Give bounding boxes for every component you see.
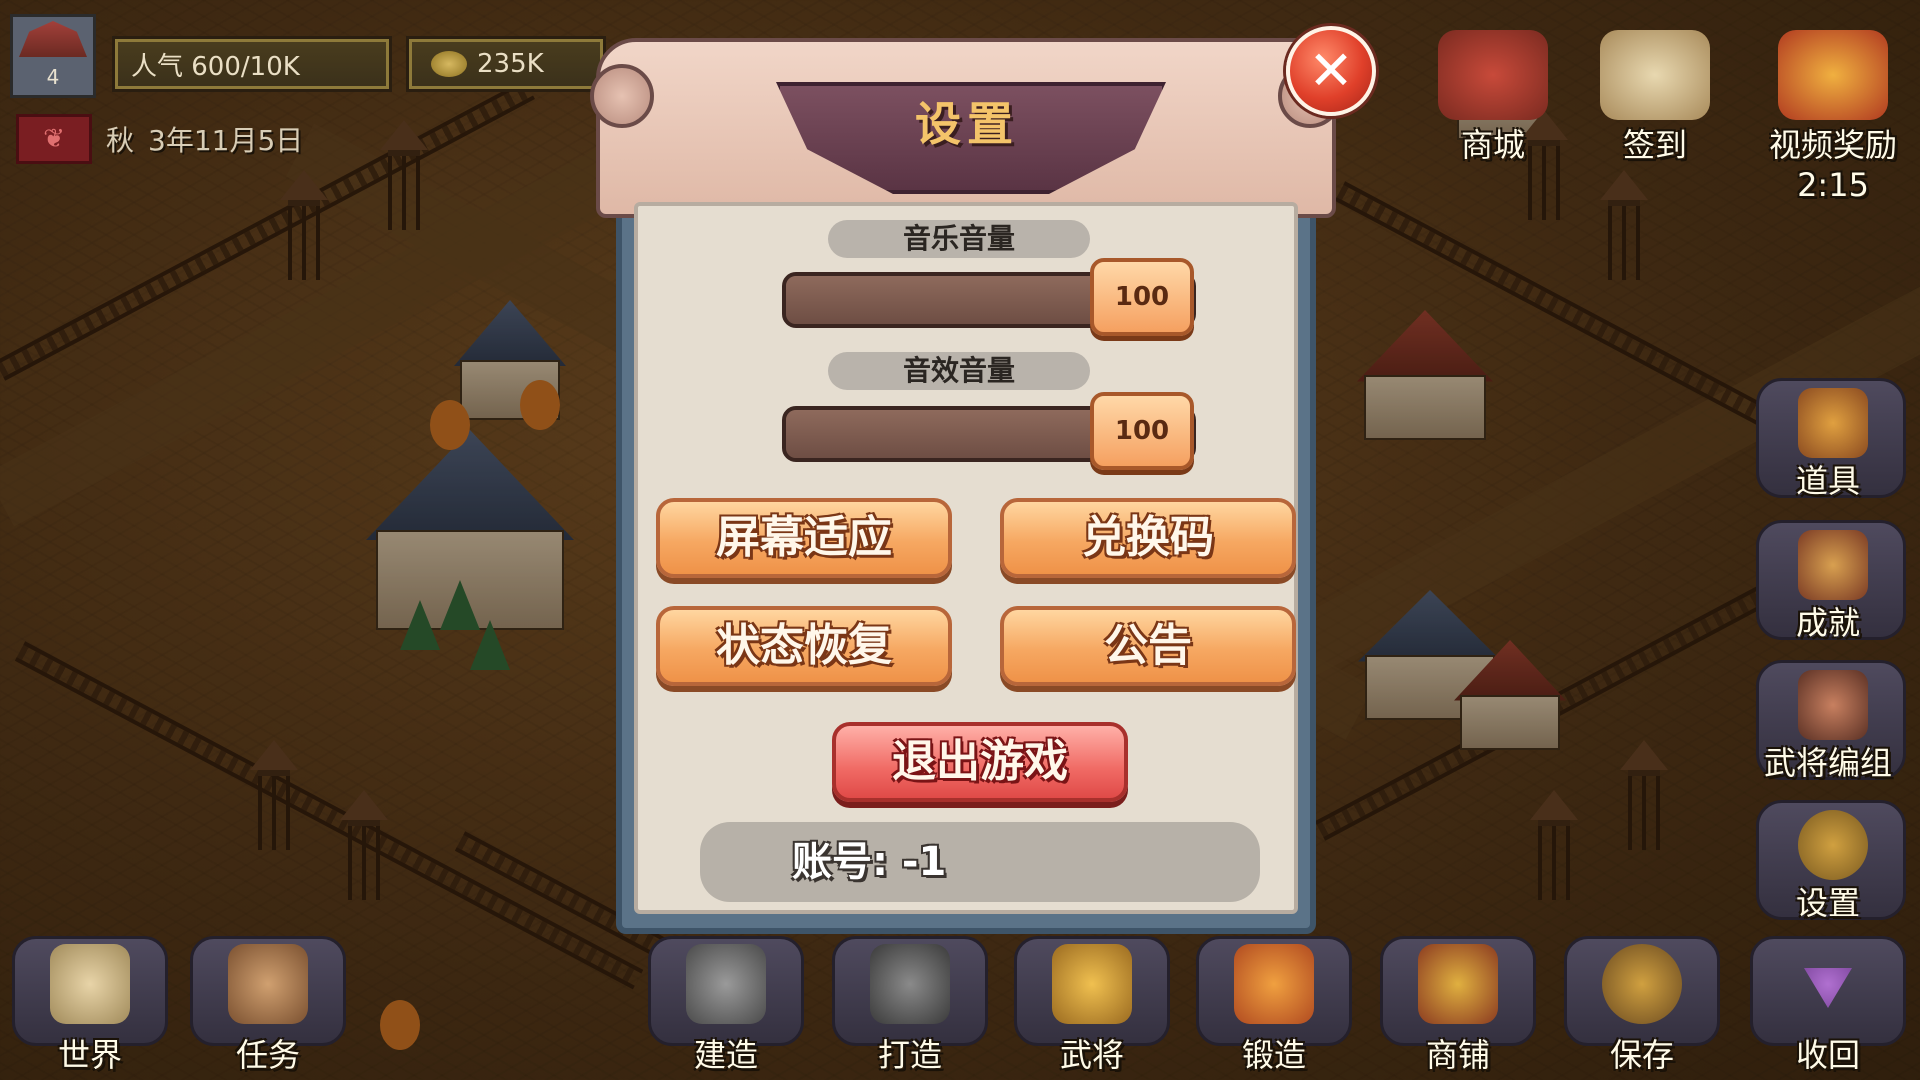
craft-label: 打造 bbox=[877, 1036, 942, 1074]
shop-icon bbox=[1438, 30, 1548, 120]
sfx-volume-knob[interactable]: 100 bbox=[1090, 392, 1194, 470]
level-value: 4 bbox=[46, 65, 60, 89]
save-button[interactable]: 保存 bbox=[1558, 930, 1726, 1080]
store-label: 商铺 bbox=[1425, 1036, 1490, 1074]
collapse-label: 收回 bbox=[1795, 1036, 1860, 1074]
shop-button[interactable]: 商城 bbox=[1418, 30, 1568, 166]
items-bag-icon bbox=[1798, 388, 1868, 458]
scroll-ornament-left bbox=[590, 64, 654, 128]
exit-game-button[interactable]: 退出游戏 bbox=[832, 722, 1128, 802]
season-label: 秋 bbox=[106, 124, 135, 157]
screen-fit-button[interactable]: 屏幕适应 bbox=[656, 498, 952, 578]
popularity-value: 人气 600/10K bbox=[131, 51, 300, 82]
coin-shop-icon bbox=[1418, 944, 1498, 1024]
generals-button[interactable]: 武将 bbox=[1008, 930, 1176, 1080]
quest-label: 任务 bbox=[235, 1036, 300, 1074]
account-id: 账号: -1 bbox=[700, 822, 1260, 902]
level-badge[interactable]: 4 bbox=[10, 14, 96, 98]
save-label: 保存 bbox=[1609, 1036, 1674, 1074]
build-button[interactable]: 建造 bbox=[642, 930, 810, 1080]
dialog-title: 设置 bbox=[915, 97, 1019, 151]
forge-icon bbox=[1234, 944, 1314, 1024]
checkin-label: 签到 bbox=[1622, 126, 1687, 164]
items-label: 道具 bbox=[1795, 462, 1860, 500]
shop-label: 商城 bbox=[1460, 126, 1525, 164]
craft-button[interactable]: 打造 bbox=[826, 930, 994, 1080]
quest-button[interactable]: 任务 bbox=[184, 930, 352, 1080]
general-formation-label: 武将编组 bbox=[1763, 744, 1892, 782]
close-button[interactable]: ✕ bbox=[1286, 26, 1376, 116]
items-button[interactable]: 道具 bbox=[1748, 378, 1908, 508]
video-reward-button[interactable]: 视频奖励 2:15 bbox=[1748, 30, 1918, 204]
logs-icon bbox=[228, 944, 308, 1024]
generals-label: 武将 bbox=[1059, 1036, 1124, 1074]
date-label: 3年11月5日 bbox=[148, 124, 304, 157]
world-label: 世界 bbox=[57, 1036, 122, 1074]
forge-label: 锻造 bbox=[1241, 1036, 1306, 1074]
redeem-code-button[interactable]: 兑换码 bbox=[1000, 498, 1296, 578]
save-gear-icon bbox=[1602, 944, 1682, 1024]
achievements-label: 成就 bbox=[1795, 604, 1860, 642]
video-reward-timer: 2:15 bbox=[1797, 166, 1869, 204]
popularity-bar: 人气 600/10K bbox=[112, 36, 392, 92]
fist-icon bbox=[1798, 670, 1868, 740]
gift-bag-icon bbox=[1778, 30, 1888, 120]
collapse-button[interactable]: 收回 bbox=[1744, 930, 1912, 1080]
bottom-menu-bar: 世界 任务 建造 打造 武将 锻造 商铺 保存 收回 bbox=[0, 930, 1920, 1080]
scroll-icon bbox=[1600, 30, 1710, 120]
general-helmet-icon bbox=[1052, 944, 1132, 1024]
general-formation-button[interactable]: 武将编组 bbox=[1748, 660, 1908, 790]
coin-icon bbox=[431, 51, 467, 77]
settings-dialog: 设置 bbox=[590, 24, 1342, 944]
palace-icon bbox=[19, 21, 87, 57]
settings-side-label: 设置 bbox=[1795, 884, 1860, 922]
world-map-icon bbox=[50, 944, 130, 1024]
store-button[interactable]: 商铺 bbox=[1374, 930, 1542, 1080]
forge-button[interactable]: 锻造 bbox=[1190, 930, 1358, 1080]
build-label: 建造 bbox=[693, 1036, 758, 1074]
achievements-button[interactable]: 成就 bbox=[1748, 520, 1908, 650]
announcement-button[interactable]: 公告 bbox=[1000, 606, 1296, 686]
settings-side-button[interactable]: 设置 bbox=[1748, 800, 1908, 930]
checkin-button[interactable]: 签到 bbox=[1580, 30, 1730, 166]
restore-state-button[interactable]: 状态恢复 bbox=[656, 606, 952, 686]
trophy-scroll-icon bbox=[1798, 530, 1868, 600]
gear-icon bbox=[1798, 810, 1868, 880]
hammer-icon bbox=[686, 944, 766, 1024]
world-button[interactable]: 世界 bbox=[6, 930, 174, 1080]
sfx-volume-label: 音效音量 bbox=[828, 352, 1090, 390]
gold-bar: 235K bbox=[406, 36, 606, 92]
close-icon: ✕ bbox=[1308, 39, 1354, 102]
leaf-icon: ❦ bbox=[16, 114, 92, 164]
gold-value: 235K bbox=[477, 49, 544, 79]
season-date: ❦ 秋 3年11月5日 bbox=[16, 114, 303, 164]
music-volume-knob[interactable]: 100 bbox=[1090, 258, 1194, 336]
music-volume-label: 音乐音量 bbox=[828, 220, 1090, 258]
video-reward-label: 视频奖励 bbox=[1768, 126, 1897, 164]
anvil-icon bbox=[870, 944, 950, 1024]
